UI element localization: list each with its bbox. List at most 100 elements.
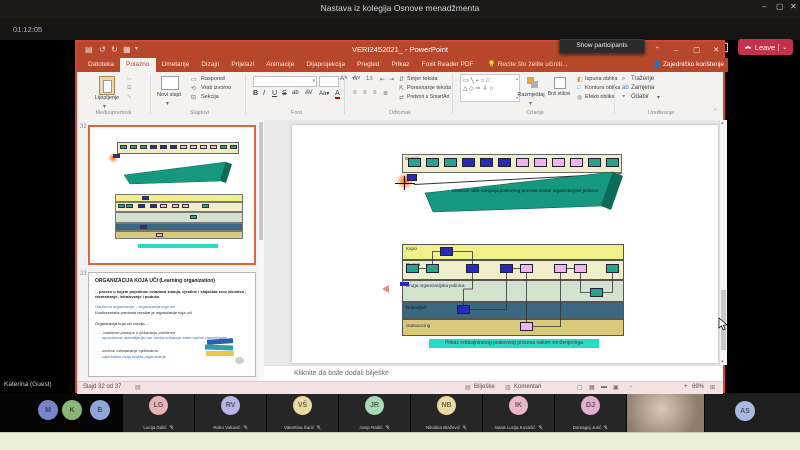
notes-pane[interactable]: Kliknite da biste dodali bilješke	[264, 365, 723, 382]
reset-button[interactable]: Vrati izvorno	[201, 85, 231, 91]
scroll-up-icon[interactable]: ▴	[721, 120, 724, 126]
font-color-button[interactable]: A	[335, 90, 340, 99]
cut-icon[interactable]: ✂	[127, 76, 132, 83]
tab-umetanje[interactable]: Umetanje	[156, 58, 196, 72]
new-slide-button[interactable]: Novi slajd	[149, 92, 189, 98]
justify-icon[interactable]: ≣	[383, 90, 388, 97]
normal-view-icon[interactable]: ▢	[577, 384, 583, 391]
find-button[interactable]: Traženje	[631, 76, 654, 82]
underline-button[interactable]: U	[272, 90, 277, 97]
tab-animacije[interactable]: Animacije	[260, 58, 300, 72]
shapes-gallery[interactable]: ▭ ╲ ⌐ ○ □△ ◇ ⇨ ⇩ ☆ ▴ ▾	[460, 74, 520, 102]
text-direction-button[interactable]: Smjer teksta	[407, 76, 438, 82]
tab-dizajn[interactable]: Dizajn	[195, 58, 225, 72]
align-center-icon[interactable]: ≡	[363, 90, 367, 96]
thumbnail-scrollbar-thumb[interactable]	[259, 122, 263, 240]
format-painter-icon[interactable]: ✎	[127, 94, 132, 101]
notes-indicator-icon[interactable]: ▤	[135, 384, 141, 391]
change-case-button[interactable]: Aa▾	[319, 90, 329, 97]
slide33-thumbnail[interactable]: ORGANIZACIJA KOJA UČI (Learning organiza…	[88, 272, 256, 377]
shape-fill-button[interactable]: Ispuna oblika	[585, 76, 617, 82]
italic-button[interactable]: I	[263, 90, 265, 97]
share-label[interactable]: Zajedničko korištenje	[663, 61, 724, 68]
arrange-button[interactable]: Razmještaj	[515, 92, 547, 98]
collapse-ribbon-icon[interactable]: ⌃	[713, 108, 718, 115]
tab-prijelazi[interactable]: Prijelazi	[225, 58, 260, 72]
participant-tile[interactable]: LG Lucija Galić	[123, 393, 194, 432]
copy-icon[interactable]: ⧉	[127, 85, 131, 92]
participant-video-tile[interactable]	[627, 393, 704, 432]
status-comments-icon[interactable]: ▥	[505, 384, 511, 391]
status-notes-button[interactable]: Bilješke	[474, 384, 495, 390]
decrease-indent-icon[interactable]: ⇤	[380, 76, 385, 83]
participant-tile[interactable]: DJ Domagoj Jurić	[555, 393, 626, 432]
ppt-restore-icon[interactable]: ▢	[693, 45, 700, 54]
tell-me-box[interactable]: 💡	[480, 58, 496, 72]
bold-button[interactable]: B	[253, 90, 258, 97]
slideshow-view-icon[interactable]: ▣	[613, 384, 619, 391]
status-comments-button[interactable]: Komentari	[514, 384, 541, 390]
quick-styles-button[interactable]: Brzi stilovi	[545, 92, 573, 98]
tab-datoteka[interactable]: Datoteka	[82, 58, 120, 72]
notes-placeholder[interactable]: Kliknite da biste dodali bilješke	[294, 370, 389, 377]
replace-button[interactable]: Zamjena	[631, 85, 654, 91]
bullets-icon[interactable]: •≡	[352, 76, 358, 82]
shape-effects-button[interactable]: Efekti oblika	[585, 94, 615, 100]
tell-me-label[interactable]: Recite što želite učiniti...	[496, 58, 568, 72]
ppt-minimize-icon[interactable]: –	[674, 45, 678, 54]
paste-chevron-icon[interactable]: ▾	[103, 103, 106, 110]
select-chevron-icon[interactable]: ▾	[657, 94, 660, 101]
tab-polazno[interactable]: Polazno	[120, 58, 156, 72]
shapes-scroll-up-icon[interactable]: ▴	[516, 76, 518, 81]
new-slide-icon[interactable]	[161, 76, 179, 90]
minimize-icon[interactable]: –	[762, 2, 766, 11]
numbering-icon[interactable]: 1≡	[366, 76, 373, 82]
arrange-chevron-icon[interactable]: ▾	[529, 100, 532, 107]
font-size-combobox[interactable]	[319, 76, 339, 87]
participant-tile[interactable]: VŠ Valentina Šarić	[267, 393, 338, 432]
participant-tile[interactable]: NB Nikolina Blažević	[411, 393, 482, 432]
layout-button[interactable]: Raspored	[201, 76, 225, 82]
tab-foxit[interactable]: Foxit Reader PDF	[416, 58, 480, 72]
character-spacing-button[interactable]: AV	[305, 90, 313, 96]
zoom-in-icon[interactable]: +	[684, 384, 688, 390]
slide-sorter-view-icon[interactable]: ▦	[589, 384, 595, 391]
status-notes-icon[interactable]: ▤	[465, 384, 471, 391]
participant-tile[interactable]: IK Ivana Lucija Kovačić	[483, 393, 554, 432]
tab-pregled[interactable]: Pregled	[351, 58, 385, 72]
ppt-close-icon[interactable]: ✕	[713, 45, 719, 54]
align-right-icon[interactable]: ≡	[373, 90, 377, 96]
avatar[interactable]: K	[62, 400, 82, 420]
participant-tile[interactable]: RV Roko Vuković	[195, 393, 266, 432]
ribbon-display-options-icon[interactable]: ⌃	[654, 45, 660, 54]
align-text-button[interactable]: Poravnanje teksta	[407, 85, 451, 91]
reading-view-icon[interactable]: ▬	[601, 384, 607, 390]
slide32-thumbnail[interactable]	[88, 125, 256, 265]
new-slide-chevron-icon[interactable]: ▾	[166, 100, 169, 107]
leave-options-chevron-icon[interactable]: ⌄	[778, 44, 787, 51]
leave-button[interactable]: Leave ⌄	[738, 39, 793, 55]
strikethrough-button[interactable]: S	[282, 90, 287, 97]
align-left-icon[interactable]: ≡	[353, 90, 357, 96]
close-icon[interactable]: ✕	[790, 2, 797, 11]
select-button[interactable]: Odabir	[631, 94, 649, 100]
convert-smartart-button[interactable]: Pretvori u SmartArt	[407, 94, 450, 100]
share-workbook-button[interactable]: 👤 Zajedničko korištenje	[653, 58, 724, 72]
zoom-level[interactable]: 69%	[692, 384, 704, 390]
paste-icon[interactable]	[99, 76, 115, 95]
avatar[interactable]: M	[38, 400, 58, 420]
participant-tile[interactable]: JR Josip Radić	[339, 393, 410, 432]
participant-tile[interactable]: AS	[705, 393, 800, 432]
fit-to-window-icon[interactable]: ⊞	[710, 384, 715, 391]
increase-indent-icon[interactable]: ⇥	[389, 76, 394, 83]
font-name-combobox[interactable]: ▾	[253, 76, 317, 87]
tab-prikaz[interactable]: Prikaz	[385, 58, 415, 72]
text-shadow-button[interactable]: ab	[292, 90, 299, 96]
section-button[interactable]: Sekcija	[201, 94, 219, 100]
tab-dijaprojekcija[interactable]: Dijaprojekcija	[300, 58, 351, 72]
layout-icon: ▭	[191, 76, 197, 83]
font-name-chevron-icon[interactable]: ▾	[312, 78, 315, 84]
maximize-icon[interactable]: ▢	[776, 2, 784, 11]
zoom-out-icon[interactable]: −	[629, 384, 633, 390]
avatar[interactable]: B	[90, 400, 110, 420]
